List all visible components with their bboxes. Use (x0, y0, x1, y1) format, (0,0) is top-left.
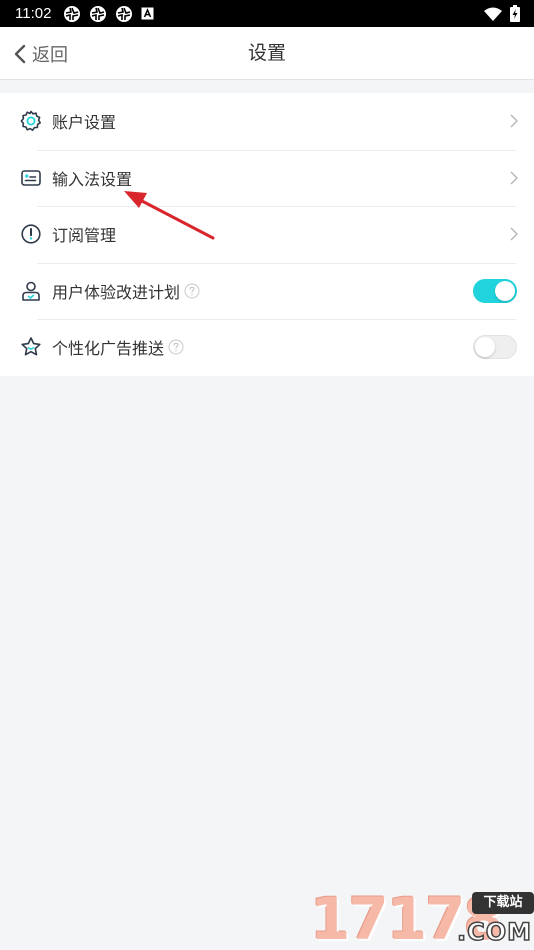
settings-item-label: 订阅管理 (52, 226, 117, 246)
user-icon (20, 280, 42, 302)
settings-item-personalized-ads[interactable]: 个性化广告推送 (0, 319, 534, 376)
chevron-right-icon (510, 114, 518, 128)
settings-item-input-method[interactable]: 输入法设置 (0, 149, 534, 207)
settings-list: 账户设置 输入法设置 订阅管理 用户体验改进计划 个性化广告推送 (0, 93, 534, 376)
gear-icon (20, 110, 42, 132)
status-icons-left (63, 5, 154, 23)
ux-program-toggle[interactable] (473, 278, 517, 303)
status-time: 11:02 (15, 5, 52, 22)
watermark-badge: 下载站 (472, 892, 534, 914)
aperture-icon (64, 5, 81, 22)
personalized-ads-toggle[interactable] (473, 335, 517, 360)
status-bar: 11:02 (0, 0, 534, 27)
header: 设置 返回 (0, 27, 534, 80)
back-button[interactable]: 返回 (14, 27, 68, 80)
settings-item-label: 账户设置 (52, 113, 117, 133)
watermark-logo: 17178 下载站 .COM (310, 888, 534, 950)
settings-item-label: 个性化广告推送 (52, 339, 165, 359)
chevron-right-icon (510, 171, 518, 185)
chevron-right-icon (510, 227, 518, 241)
settings-item-ux-program[interactable]: 用户体验改进计划 (0, 262, 534, 320)
aperture-icon (90, 5, 107, 22)
toggle-knob (495, 280, 515, 301)
help-icon[interactable] (184, 283, 200, 299)
star-icon (20, 336, 42, 358)
settings-item-label: 输入法设置 (52, 169, 133, 189)
status-icons-right (484, 5, 520, 22)
exclamation-circle-icon (20, 223, 42, 245)
back-label: 返回 (32, 44, 68, 66)
battery-charging-icon (510, 5, 520, 22)
page-title: 设置 (247, 42, 286, 64)
keyboard-card-icon (20, 167, 42, 189)
settings-item-subscription[interactable]: 订阅管理 (0, 206, 534, 263)
aperture-icon (116, 5, 133, 22)
a-box-icon (141, 7, 154, 20)
help-icon[interactable] (168, 339, 184, 355)
chevron-left-icon (14, 44, 26, 63)
wifi-icon (484, 7, 502, 21)
settings-item-label: 用户体验改进计划 (52, 282, 181, 302)
toggle-knob (475, 337, 495, 358)
watermark-suffix: .COM (456, 917, 532, 947)
settings-item-account[interactable]: 账户设置 (0, 93, 534, 150)
